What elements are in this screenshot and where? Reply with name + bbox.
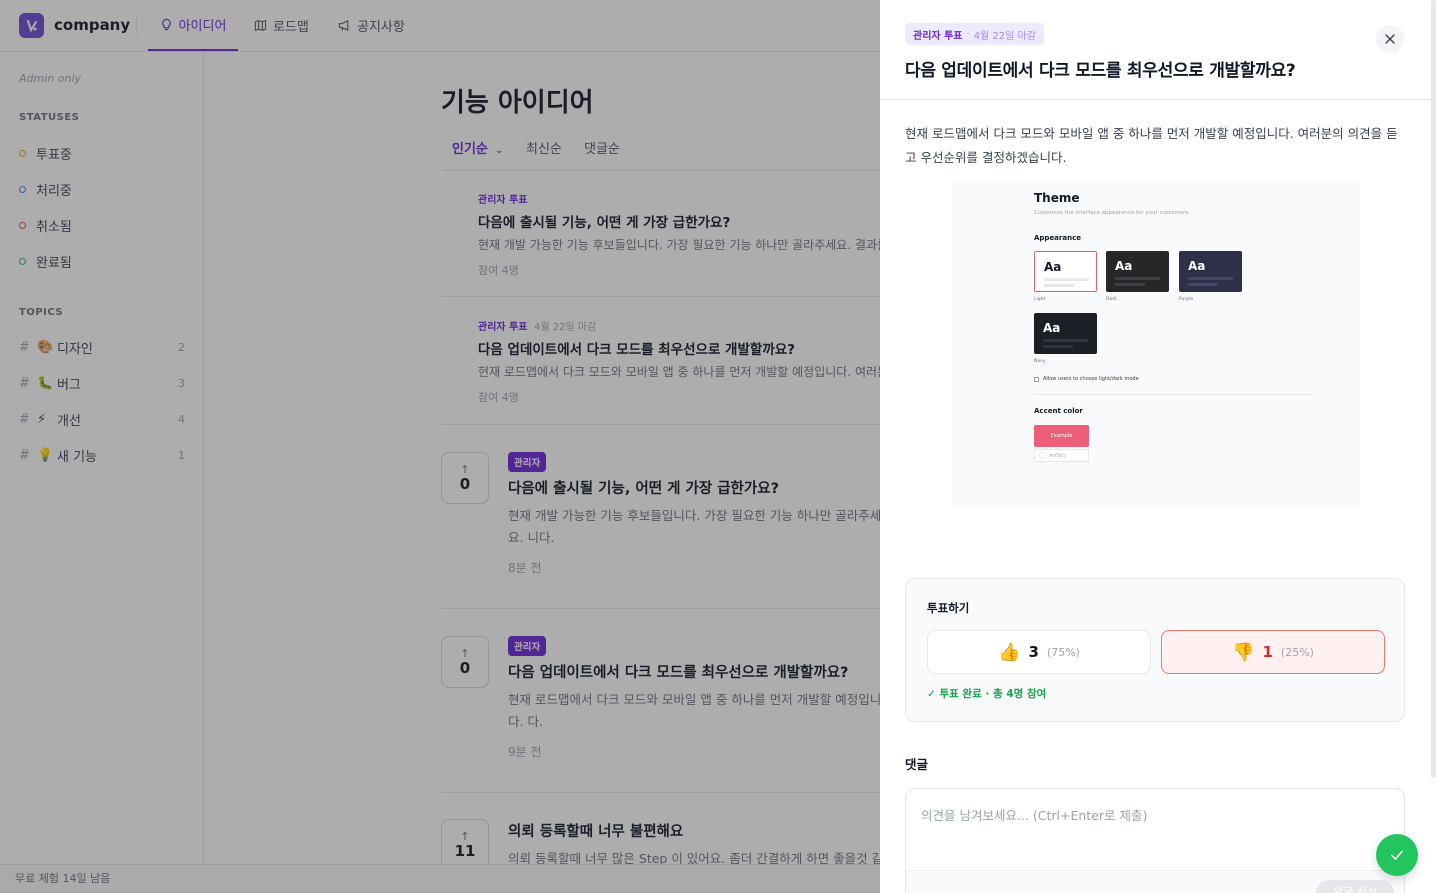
swatch-icon [1039,452,1046,459]
image-accent-hex: #ef567c [1034,449,1089,462]
vote-no-percent: (25%) [1280,645,1314,659]
tile-bar [1044,278,1089,281]
checkbox-icon [1034,376,1039,382]
drawer-body-text: 현재 로드맵에서 다크 모드와 모바일 앱 중 하나를 먼저 개발할 예정입니다… [905,126,1398,165]
vote-yes-button[interactable]: 👍 3 (75%) [927,630,1151,674]
check-icon [1391,850,1403,860]
vote-no-button[interactable]: 👎 1 (25%) [1161,630,1385,674]
tile-label: Navy [1034,359,1046,364]
tile-bar [1188,283,1218,286]
vote-status: ✓ 투표 완료 · 총 4명 참여 [927,688,1047,700]
modal-backdrop[interactable] [0,0,880,893]
detail-drawer: 관리자 투표 · 4월 22일 마감 다음 업데이트에서 다크 모드를 최우선으… [880,0,1436,893]
image-appearance-heading: Appearance [1034,234,1081,242]
tile-aa: Aa [1188,259,1206,273]
comment-submit-button[interactable]: 댓글 작성 [1316,880,1394,893]
image-divider [1034,394,1312,395]
tile-label: Light [1034,297,1046,302]
tile-aa: Aa [1044,260,1062,274]
comment-footer: 댓글 작성 [906,870,1404,893]
image-accent-hex-text: #ef567c [1049,453,1067,458]
tile-aa: Aa [1115,259,1133,273]
drawer-header: 관리자 투표 · 4월 22일 마감 다음 업데이트에서 다크 모드를 최우선으… [880,0,1436,100]
image-theme-title: Theme [1034,191,1080,205]
thumbs-up-icon: 👍 [998,641,1021,663]
drawer-title: 다음 업데이트에서 다크 모드를 최우선으로 개발할까요? [905,61,1296,81]
vote-panel-title: 투표하기 [927,601,970,615]
vote-yes-count: 3 [1028,643,1039,661]
vote-no-count: 1 [1262,643,1273,661]
vote-panel: 투표하기 👍 3 (75%) 👎 1 (25%) ✓ 투표 완료 · 총 4명 … [905,578,1405,722]
tile-bar [1043,339,1088,342]
attached-image[interactable]: Theme Customize the interface appearance… [952,181,1360,507]
tile-label: Dark [1106,297,1117,302]
poll-chip: 관리자 투표 · 4월 22일 마감 [905,23,1044,45]
tile-bar [1115,283,1145,286]
image-allow-toggle: Allow users to choose light/dark mode [1034,376,1139,382]
close-button[interactable] [1376,25,1404,53]
comment-composer: 댓글 작성 [905,788,1405,893]
image-theme-subtitle: Customize the interface appearance for y… [1034,210,1190,216]
tile-bar [1188,277,1233,280]
image-accent-heading: Accent color [1034,407,1083,415]
scrollbar[interactable] [1431,0,1436,778]
tile-aa: Aa [1043,321,1061,335]
tile-bar [1043,345,1073,348]
thumbs-down-icon: 👎 [1232,641,1255,663]
image-accent-button: Example [1034,425,1089,447]
comment-input[interactable] [906,789,1404,869]
image-allow-text: Allow users to choose light/dark mode [1043,376,1139,382]
poll-tag: 관리자 투표 [913,30,963,42]
theme-tile-light: Aa [1034,251,1097,292]
tile-bar [1044,284,1074,287]
tile-bar [1115,277,1160,280]
vote-yes-percent: (75%) [1046,645,1080,659]
comments-heading: 댓글 [905,757,929,772]
close-icon [1385,34,1395,44]
theme-tile-dark: Aa [1106,251,1169,292]
poll-deadline: 4월 22일 마감 [973,30,1036,42]
theme-tile-purple: Aa [1179,251,1242,292]
separator: · [966,28,970,40]
help-fab-button[interactable] [1376,834,1418,876]
tile-label: Purple [1179,297,1194,302]
theme-tile-navy: Aa [1034,313,1097,354]
